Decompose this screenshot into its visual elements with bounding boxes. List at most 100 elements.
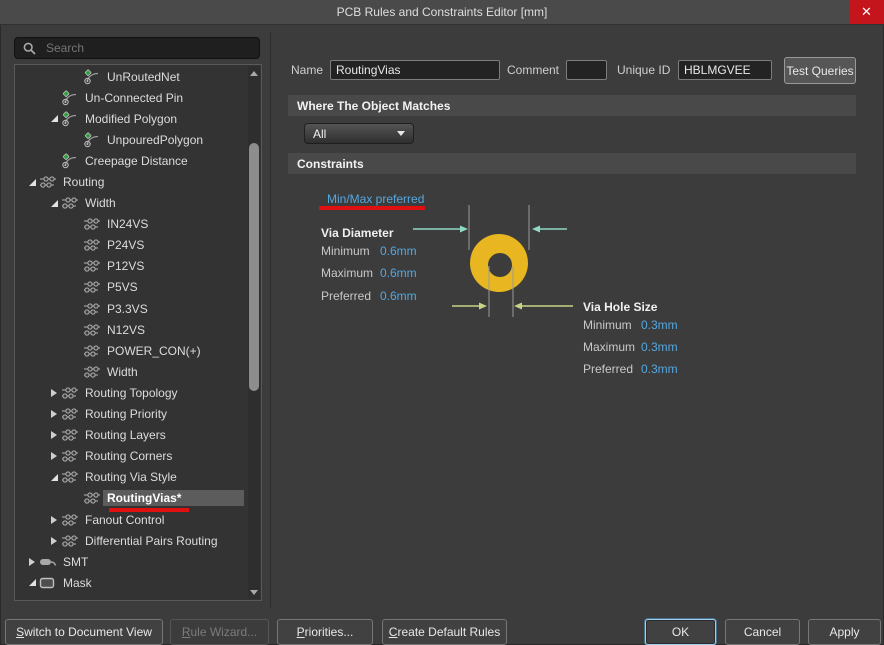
apply-button[interactable]: Apply <box>808 619 881 645</box>
test-queries-label: Test Queries <box>786 63 854 78</box>
net-rule-icon <box>61 196 81 210</box>
tree-item-label: Routing <box>63 175 105 190</box>
arrow-spacer <box>69 259 83 273</box>
rule-rule-icon <box>61 111 81 127</box>
tree-item-label: IN24VS <box>107 217 149 232</box>
rule-wizard-button[interactable]: Rule Wizard... <box>170 619 269 645</box>
tree-item-width[interactable]: Width <box>15 193 248 214</box>
scope-selected-value: All <box>313 126 327 141</box>
tree-item-routing-corners[interactable]: Routing Corners <box>15 446 248 467</box>
tree-item-routingvias-[interactable]: RoutingVias* <box>15 488 248 512</box>
tree-item-routing-layers[interactable]: Routing Layers <box>15 425 248 446</box>
net-rule-icon <box>83 323 103 337</box>
net-rule-icon <box>83 365 103 379</box>
expand-arrow-icon[interactable] <box>47 407 61 421</box>
expand-arrow-icon[interactable] <box>47 534 61 548</box>
tree-item-modified-polygon[interactable]: Modified Polygon <box>15 108 248 129</box>
expand-arrow-icon[interactable] <box>47 513 61 527</box>
tree-item-n12vs[interactable]: N12VS <box>15 319 248 340</box>
tree-item-routing[interactable]: Routing <box>15 171 248 192</box>
unique-id-input[interactable] <box>678 60 772 80</box>
net-rule-icon <box>61 534 81 548</box>
rule-rule-icon <box>61 90 81 106</box>
arrow-spacer <box>69 133 83 147</box>
tree-item-label: SMT <box>63 554 89 569</box>
expand-arrow-icon[interactable] <box>47 428 61 442</box>
collapse-arrow-icon[interactable] <box>47 196 61 210</box>
tree-item-label: N12VS <box>107 322 146 337</box>
tree-item-unpouredpolygon[interactable]: UnpouredPolygon <box>15 129 248 150</box>
scroll-up-icon[interactable] <box>248 66 260 80</box>
collapse-arrow-icon[interactable] <box>25 576 39 590</box>
tree-item-routing-topology[interactable]: Routing Topology <box>15 382 248 403</box>
create-default-rules-label: Create Default Rules <box>388 625 501 639</box>
arrow-spacer <box>47 91 61 105</box>
priorities-button[interactable]: Priorities... <box>277 619 373 645</box>
ok-button[interactable]: OK <box>645 619 716 645</box>
search-input[interactable] <box>44 40 251 56</box>
title-bar: PCB Rules and Constraints Editor [mm] ✕ <box>0 0 884 25</box>
collapse-arrow-icon[interactable] <box>47 112 61 126</box>
tree-scrollbar[interactable] <box>248 66 260 599</box>
tree-item-un-connected-pin[interactable]: Un-Connected Pin <box>15 87 248 108</box>
tree-item-p12vs[interactable]: P12VS <box>15 256 248 277</box>
tree-item-fanout-control[interactable]: Fanout Control <box>15 509 248 530</box>
search-box[interactable] <box>14 37 260 59</box>
scope-dropdown[interactable]: All <box>304 123 414 144</box>
expand-arrow-icon[interactable] <box>47 449 61 463</box>
via-hole-maximum-value[interactable]: 0.3mm <box>641 340 678 354</box>
create-default-rules-button[interactable]: Create Default Rules <box>382 619 507 645</box>
expand-arrow-icon[interactable] <box>47 386 61 400</box>
via-diagram <box>413 205 573 317</box>
tree-item-differential-pairs-routing[interactable]: Differential Pairs Routing <box>15 530 248 551</box>
tree-item-label: P5VS <box>107 280 138 295</box>
tree-item-in24vs[interactable]: IN24VS <box>15 214 248 235</box>
tree-item-routing-priority[interactable]: Routing Priority <box>15 404 248 425</box>
rule-rule-icon <box>83 132 103 148</box>
close-button[interactable]: ✕ <box>849 0 884 24</box>
collapse-arrow-icon[interactable] <box>25 175 39 189</box>
via-hole-preferred-value[interactable]: 0.3mm <box>641 362 678 376</box>
tree-item-label: Width <box>85 196 116 211</box>
tree-item-power-con-[interactable]: POWER_CON(+) <box>15 340 248 361</box>
comment-input[interactable] <box>566 60 607 80</box>
net-rule-icon <box>61 407 81 421</box>
tree-item-label: Modified Polygon <box>85 111 178 126</box>
name-label: Name <box>291 63 324 77</box>
arrow-spacer <box>69 280 83 294</box>
comment-label: Comment <box>507 63 560 77</box>
tree-item-p24vs[interactable]: P24VS <box>15 235 248 256</box>
tree-item-label: RoutingVias* <box>103 490 244 507</box>
tree-item-creepage-distance[interactable]: Creepage Distance <box>15 150 248 171</box>
cancel-button[interactable]: Cancel <box>725 619 800 645</box>
collapse-arrow-icon[interactable] <box>47 470 61 484</box>
tree-item-p3-3vs[interactable]: P3.3VS <box>15 298 248 319</box>
arrow-spacer <box>69 217 83 231</box>
arrow-spacer <box>47 154 61 168</box>
net-rule-icon <box>83 259 103 273</box>
tree-item-smt[interactable]: SMT <box>15 551 248 572</box>
arrow-spacer <box>69 323 83 337</box>
name-input[interactable] <box>330 60 500 80</box>
tree-item-mask[interactable]: Mask <box>15 572 248 593</box>
tree-item-p5vs[interactable]: P5VS <box>15 277 248 298</box>
expand-arrow-icon[interactable] <box>25 555 39 569</box>
scrollbar-thumb[interactable] <box>249 143 259 391</box>
via-hole-maximum-label: Maximum <box>583 340 636 354</box>
diameter-arrows <box>413 225 567 233</box>
net-rule-icon <box>83 217 103 231</box>
tree-item-unroutednet[interactable]: UnRoutedNet <box>15 66 248 87</box>
scroll-down-icon[interactable] <box>248 585 260 599</box>
tree-item-label: Un-Connected Pin <box>85 90 184 105</box>
test-queries-button[interactable]: Test Queries <box>784 57 856 84</box>
tree-item-label: Fanout Control <box>85 512 165 527</box>
tree-item-label: UnpouredPolygon <box>107 132 204 147</box>
tree-item-width[interactable]: Width <box>15 361 248 382</box>
arrow-spacer <box>69 365 83 379</box>
tree-item-routing-via-style[interactable]: Routing Via Style <box>15 467 248 488</box>
net-rule-icon <box>61 428 81 442</box>
tree-item-label: Differential Pairs Routing <box>85 533 218 548</box>
chevron-down-icon <box>397 131 405 136</box>
switch-to-document-view-button[interactable]: Switch to Document View <box>5 619 163 645</box>
constraints-header: Constraints <box>288 153 856 174</box>
